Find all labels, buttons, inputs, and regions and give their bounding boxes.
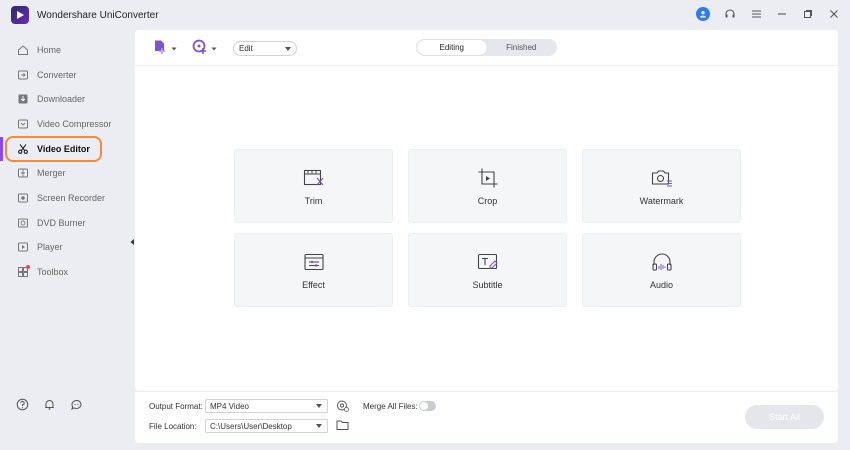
sidebar-item-label: Merger [37, 168, 66, 178]
sidebar-item-downloader[interactable]: Downloader [0, 88, 134, 110]
edit-select[interactable]: Edit [233, 41, 297, 56]
tool-label: Subtitle [472, 280, 503, 290]
sidebar-item-screen-recorder[interactable]: Screen Recorder [0, 187, 134, 209]
tool-effect[interactable]: Effect [234, 233, 393, 307]
converter-icon [17, 69, 29, 81]
tool-crop[interactable]: Crop [408, 149, 567, 223]
sidebar: Home Converter Downloader Video Compress… [0, 30, 134, 450]
app-title: Wondershare UniConverter [37, 10, 159, 21]
disc-icon [17, 217, 29, 229]
sidebar-item-player[interactable]: Player [0, 236, 134, 258]
sidebar-item-label: Downloader [37, 94, 86, 104]
trim-icon [303, 167, 325, 189]
merge-all-files-toggle[interactable] [419, 401, 436, 411]
output-format-select[interactable]: MP4 Video [205, 399, 328, 413]
output-format-value: MP4 Video [210, 401, 249, 411]
tool-trim[interactable]: Trim [234, 149, 393, 223]
main-panel: Edit Editing Finished Trim Crop Watermar… [135, 30, 838, 391]
tool-label: Audio [649, 280, 674, 290]
tool-label: Effect [302, 280, 325, 290]
edit-select-value: Edit [239, 44, 253, 53]
sidebar-item-label: Video Compressor [37, 119, 112, 129]
sidebar-footer [16, 398, 83, 411]
add-file-icon [152, 39, 168, 57]
subtitle-icon [477, 251, 499, 273]
output-format-label: Output Format: [149, 402, 203, 411]
sidebar-item-label: Player [37, 242, 63, 252]
sidebar-item-label: Converter [37, 70, 77, 80]
crop-icon [477, 167, 499, 189]
sidebar-item-dvd-burner[interactable]: DVD Burner [0, 212, 134, 234]
chevron-down-icon [316, 424, 322, 428]
watermark-icon [651, 167, 673, 189]
chevron-down-icon [316, 404, 322, 408]
format-settings-icon[interactable] [336, 399, 349, 412]
folder-icon[interactable] [336, 419, 349, 432]
home-icon [17, 44, 29, 56]
tool-label: Trim [304, 196, 323, 206]
tab-finished[interactable]: Finished [487, 40, 557, 55]
account-avatar-icon[interactable] [696, 7, 710, 21]
sidebar-item-label: Home [37, 45, 62, 55]
tool-watermark[interactable]: Watermark [582, 149, 741, 223]
sidebar-item-label: Toolbox [37, 267, 69, 277]
bell-icon[interactable] [43, 398, 56, 411]
file-location-label: File Location: [149, 422, 197, 431]
record-icon [17, 192, 29, 204]
tool-subtitle[interactable]: Subtitle [408, 233, 567, 307]
divider [135, 65, 838, 66]
toolbox-notification-dot [26, 265, 30, 269]
sidebar-item-home[interactable]: Home [0, 39, 134, 61]
window-controls [696, 7, 840, 21]
add-files-button[interactable] [152, 40, 177, 56]
sidebar-item-video-compressor[interactable]: Video Compressor [0, 113, 134, 135]
status-tabs: Editing Finished [416, 39, 557, 56]
sidebar-item-label: Screen Recorder [37, 193, 106, 203]
tool-label: Watermark [639, 196, 684, 206]
bottom-bar: Output Format: MP4 Video Merge All Files… [135, 391, 838, 443]
maximize-icon[interactable] [802, 8, 814, 20]
app-logo-icon [11, 6, 29, 24]
file-location-value: C:\Users\User\Desktop [210, 421, 292, 431]
sidebar-item-merger[interactable]: Merger [0, 162, 134, 184]
add-media-icon [192, 39, 208, 57]
tool-label: Crop [477, 196, 498, 206]
add-media-button[interactable] [192, 39, 217, 57]
chevron-down-icon [171, 43, 177, 53]
highlight-ring [5, 136, 102, 162]
chevron-down-icon [211, 43, 217, 53]
menu-icon[interactable] [750, 8, 762, 20]
help-icon[interactable] [16, 398, 29, 411]
compress-icon [17, 118, 29, 130]
title-bar: Wondershare UniConverter [0, 0, 850, 30]
support-headset-icon[interactable] [724, 8, 736, 20]
merge-icon [17, 167, 29, 179]
start-all-button[interactable]: Start All [745, 405, 824, 429]
feedback-icon[interactable] [70, 398, 83, 411]
play-icon [17, 241, 29, 253]
sidebar-item-converter[interactable]: Converter [0, 64, 134, 86]
effect-icon [303, 251, 325, 273]
download-icon [17, 93, 29, 105]
sidebar-item-toolbox[interactable]: Toolbox [0, 261, 134, 283]
audio-icon [651, 251, 673, 273]
sidebar-item-label: DVD Burner [37, 218, 86, 228]
chevron-down-icon [285, 47, 291, 51]
minimize-icon[interactable] [776, 8, 788, 20]
close-icon[interactable] [828, 8, 840, 20]
tool-audio[interactable]: Audio [582, 233, 741, 307]
tab-editing[interactable]: Editing [417, 40, 487, 55]
file-location-select[interactable]: C:\Users\User\Desktop [205, 419, 328, 433]
merge-all-files-label: Merge All Files: [363, 402, 418, 411]
